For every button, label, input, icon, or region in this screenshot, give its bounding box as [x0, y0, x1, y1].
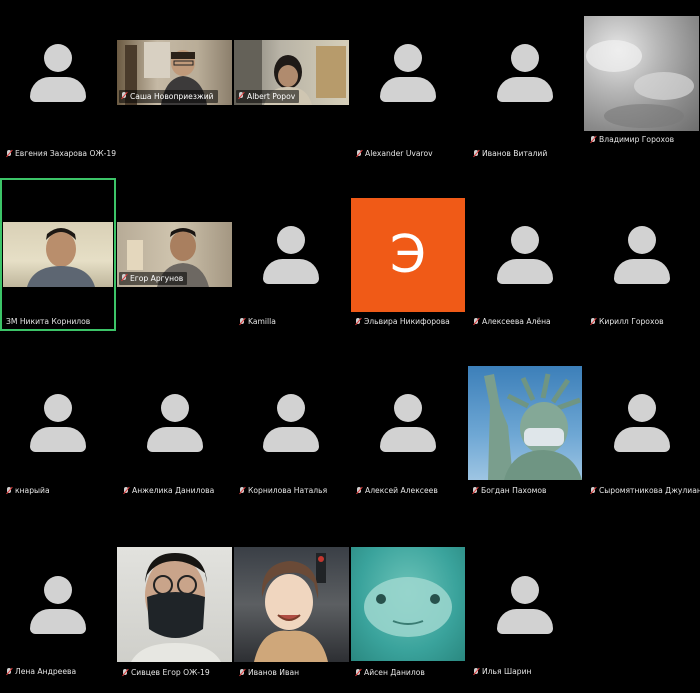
- participant-tile[interactable]: Сыромятникова Джулиана: [584, 364, 700, 514]
- participant-profile-picture[interactable]: [234, 547, 349, 662]
- muted-mic-icon: [355, 317, 361, 327]
- muted-mic-icon: [239, 668, 245, 678]
- participant-tile[interactable]: Корнилова Наталья: [233, 364, 349, 514]
- muted-mic-icon: [590, 317, 596, 327]
- participant-name: Лена Андреева: [6, 665, 76, 679]
- participant-tile[interactable]: Илья Шарин: [467, 546, 583, 693]
- participant-name: Kamilla: [239, 315, 276, 329]
- participant-tile[interactable]: Лена Андреева: [0, 546, 116, 693]
- participant-name: кнарыйа: [6, 484, 50, 498]
- participant-video[interactable]: Albert Popov: [234, 40, 349, 105]
- muted-mic-icon: [590, 135, 596, 145]
- muted-mic-icon: [122, 668, 128, 678]
- participant-name: Саша Новоприезжий: [119, 90, 218, 103]
- participant-tile[interactable]: Алексей Алексеев: [350, 364, 466, 514]
- muted-mic-icon: [239, 486, 245, 496]
- masked-person-image: [131, 553, 221, 662]
- participant-name: Богдан Пахомов: [472, 484, 546, 498]
- participant-name: Albert Popov: [236, 90, 300, 103]
- camera-feed: [27, 228, 95, 287]
- participant-name: Корнилова Наталья: [239, 484, 327, 498]
- anime-character-image: [254, 553, 328, 662]
- participant-name: Иванов Виталий: [473, 147, 547, 161]
- participant-name: Alexander Uvarov: [356, 147, 433, 161]
- muted-mic-icon: [123, 486, 129, 496]
- participant-tile[interactable]: Кирилл Горохов: [584, 196, 700, 346]
- participant-name: Айсен Данилов: [355, 666, 425, 680]
- muted-mic-icon: [473, 317, 479, 327]
- participant-name: Егор Аргунов: [119, 272, 188, 285]
- user-silhouette-icon: [263, 394, 319, 452]
- participant-name: Евгения Захарова ОЖ-19: [6, 147, 116, 161]
- participant-name: Сивцев Егор ОЖ-19: [122, 666, 210, 680]
- participant-name: Кирилл Горохов: [590, 315, 664, 329]
- participant-tile[interactable]: Alexander Uvarov: [350, 14, 466, 164]
- participant-name: Сыромятникова Джулиана: [590, 484, 700, 498]
- participant-profile-picture[interactable]: [351, 547, 465, 661]
- participant-tile[interactable]: Иванов Виталий: [467, 14, 583, 164]
- participant-profile-picture[interactable]: [468, 366, 582, 480]
- clouds-image: [586, 40, 694, 128]
- participant-name: Алексей Алексеев: [356, 484, 438, 498]
- muted-mic-icon: [590, 486, 596, 496]
- participant-profile-picture[interactable]: [584, 16, 699, 131]
- muted-mic-icon: [121, 274, 127, 283]
- muted-mic-icon: [356, 149, 362, 159]
- participant-tile[interactable]: кнарыйа: [0, 364, 116, 514]
- user-silhouette-icon: [380, 44, 436, 102]
- participant-video[interactable]: Саша Новоприезжий: [117, 40, 232, 105]
- participant-name: Владимир Горохов: [590, 133, 674, 147]
- muted-mic-icon: [472, 486, 478, 496]
- participant-name: Илья Шарин: [473, 665, 532, 679]
- participant-initial-avatar[interactable]: Э: [351, 198, 465, 312]
- participant-tile[interactable]: Kamilla: [233, 196, 349, 346]
- muted-mic-icon: [121, 92, 127, 101]
- muted-mic-icon: [238, 92, 244, 101]
- user-silhouette-icon: [30, 576, 86, 634]
- user-silhouette-icon: [30, 394, 86, 452]
- user-silhouette-icon: [497, 44, 553, 102]
- muted-mic-icon: [473, 149, 479, 159]
- muted-mic-icon: [355, 668, 361, 678]
- user-silhouette-icon: [497, 226, 553, 284]
- muted-mic-icon: [239, 317, 245, 327]
- participant-name: Алексеева Алёна: [473, 315, 551, 329]
- participant-name: Анжелика Данилова: [123, 484, 214, 498]
- user-silhouette-icon: [380, 394, 436, 452]
- user-silhouette-icon: [497, 576, 553, 634]
- muted-mic-icon: [356, 486, 362, 496]
- muted-mic-icon: [473, 667, 479, 677]
- participant-profile-picture[interactable]: [117, 547, 232, 662]
- participant-tile[interactable]: Анжелика Данилова: [117, 364, 233, 514]
- participant-tile[interactable]: Евгения Захарова ОЖ-19: [0, 14, 116, 164]
- statue-of-liberty-image: [484, 373, 582, 480]
- user-silhouette-icon: [614, 226, 670, 284]
- muted-mic-icon: [6, 667, 12, 677]
- participant-name: Иванов Иван: [239, 666, 299, 680]
- fish-image: [364, 577, 452, 637]
- user-silhouette-icon: [147, 394, 203, 452]
- user-silhouette-icon: [614, 394, 670, 452]
- participant-video: [3, 222, 113, 287]
- user-silhouette-icon: [30, 44, 86, 102]
- initial-letter: Э: [389, 225, 427, 285]
- muted-mic-icon: [6, 486, 12, 496]
- participant-name: ЗМ Никита Корнилов: [6, 317, 91, 326]
- participant-name: Эльвира Никифорова: [355, 315, 450, 329]
- active-speaker-tile[interactable]: ЗМ Никита Корнилов: [0, 178, 116, 331]
- user-silhouette-icon: [263, 226, 319, 284]
- participant-video[interactable]: Егор Аргунов: [117, 222, 232, 287]
- participant-tile[interactable]: Алексеева Алёна: [467, 196, 583, 346]
- muted-mic-icon: [6, 149, 12, 159]
